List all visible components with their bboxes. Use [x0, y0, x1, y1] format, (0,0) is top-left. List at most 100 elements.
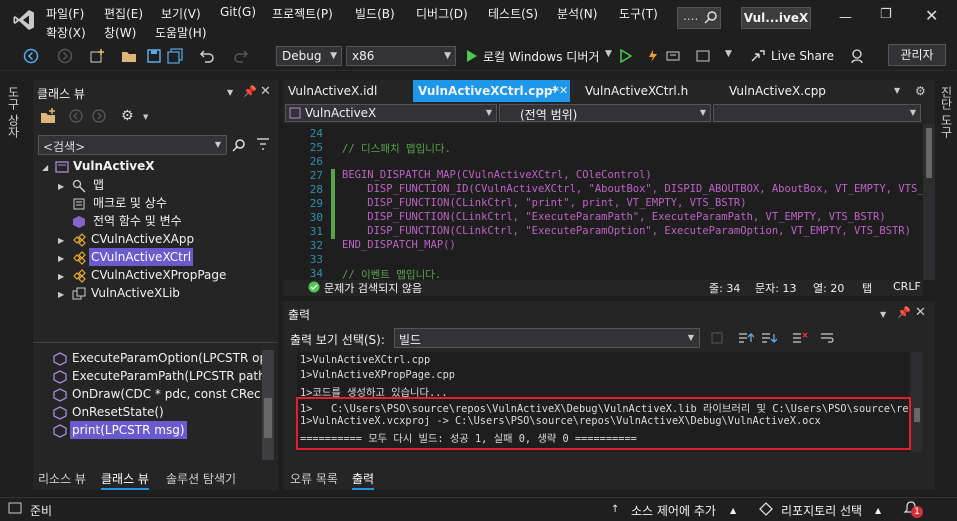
- menu-test[interactable]: 테스트(S): [488, 5, 538, 22]
- expand-arrow-icon[interactable]: ▶: [58, 182, 64, 191]
- scrollbar-thumb[interactable]: [926, 128, 932, 178]
- pin-icon[interactable]: 📌: [897, 306, 911, 319]
- restore-icon[interactable]: ❐: [880, 7, 892, 22]
- project-dropdown[interactable]: VulnActiveX ▼: [285, 104, 497, 122]
- member-item[interactable]: ExecuteParamOption(LPCSTR op): [72, 349, 272, 367]
- menu-tools[interactable]: 도구(T): [619, 5, 658, 22]
- member-item[interactable]: OnDraw(CDC * pdc, const CRect &: [72, 385, 260, 403]
- diagnostic-tools-tab[interactable]: 진단 도구: [938, 86, 955, 138]
- panel-dropdown-icon[interactable]: ▼: [227, 88, 233, 97]
- run-debugger-button[interactable]: 로컬 Windows 디버거: [483, 48, 599, 65]
- settings-gear-icon[interactable]: ⚙: [121, 108, 134, 124]
- redo-icon[interactable]: [232, 48, 250, 64]
- expand-arrow-icon[interactable]: ▶: [58, 272, 64, 281]
- column-indicator[interactable]: 열: 20: [813, 280, 844, 296]
- save-all-icon[interactable]: [167, 48, 185, 64]
- tab-indicator[interactable]: 탭: [862, 280, 872, 296]
- menu-git[interactable]: Git(G): [220, 5, 256, 19]
- output-scrollbar[interactable]: [911, 352, 923, 452]
- editor-scrollbar[interactable]: [923, 124, 935, 280]
- platform-dropdown[interactable]: x86 ▼: [346, 46, 456, 66]
- close-panel-icon[interactable]: ✕: [260, 84, 271, 99]
- tree-item-ctrl-class[interactable]: CVulnActiveXCtrl: [89, 248, 194, 266]
- close-panel-icon[interactable]: ✕: [915, 305, 926, 320]
- word-wrap-icon[interactable]: [820, 331, 836, 348]
- class-search-input[interactable]: <검색> ▼: [38, 135, 227, 155]
- forward-icon[interactable]: [57, 48, 75, 64]
- configuration-dropdown[interactable]: Debug ▼: [276, 46, 342, 66]
- feedback-icon[interactable]: [850, 48, 866, 67]
- menu-edit[interactable]: 편집(E): [104, 5, 143, 22]
- scrollbar-thumb[interactable]: [914, 408, 920, 422]
- tab-ctrl-h[interactable]: VulnActiveXCtrl.h: [585, 80, 688, 102]
- toolbox-tab[interactable]: 도구 상자: [5, 86, 22, 138]
- tab-list-dropdown-icon[interactable]: ▼: [894, 86, 900, 95]
- menu-view[interactable]: 보기(V): [161, 5, 201, 22]
- member-item-selected[interactable]: print(LPCSTR msg): [70, 421, 187, 439]
- tree-item-macros[interactable]: 매크로 및 상수: [93, 194, 167, 212]
- issues-status[interactable]: 문제가 검색되지 않음: [324, 280, 422, 296]
- chevron-down-icon[interactable]: ▼: [143, 113, 148, 121]
- pin-icon[interactable]: 📌: [243, 85, 257, 98]
- filter-icon[interactable]: [256, 137, 270, 154]
- open-folder-icon[interactable]: [121, 48, 139, 64]
- undo-icon[interactable]: [198, 48, 216, 64]
- tab-error-list[interactable]: 오류 목록: [290, 470, 338, 488]
- save-icon[interactable]: [146, 48, 164, 64]
- run-without-debug-icon[interactable]: [620, 48, 633, 66]
- search-box[interactable]: ....: [677, 7, 721, 29]
- tree-item-proppage-class[interactable]: CVulnActiveXPropPage: [91, 266, 226, 284]
- search-icon[interactable]: [232, 138, 246, 155]
- collapse-arrow-icon[interactable]: ◢: [42, 163, 48, 172]
- eol-indicator[interactable]: CRLF: [893, 280, 921, 293]
- new-project-icon[interactable]: [89, 48, 107, 64]
- pin-icon[interactable]: ⊣: [547, 80, 556, 102]
- scope-dropdown[interactable]: (전역 범위) ▼: [499, 104, 711, 122]
- chevron-down-icon[interactable]: ▼: [605, 49, 612, 59]
- back-icon[interactable]: [68, 108, 84, 127]
- tab-output[interactable]: 출력: [352, 470, 375, 490]
- chevron-up-icon[interactable]: ▲: [875, 506, 881, 515]
- tab-solution-explorer[interactable]: 솔루션 탐색기: [166, 470, 236, 488]
- line-indicator[interactable]: 줄: 34: [709, 280, 740, 296]
- char-indicator[interactable]: 문자: 13: [755, 280, 796, 296]
- previous-message-icon[interactable]: [738, 331, 755, 348]
- members-scrollbar[interactable]: [262, 350, 274, 460]
- extra-toolbar-icon[interactable]: [666, 49, 680, 66]
- code-editor[interactable]: 24 25 26 27 28 29 30 31 32 33 34 // 디스패치…: [283, 124, 923, 280]
- expand-arrow-icon[interactable]: ▶: [58, 254, 64, 263]
- admin-badge[interactable]: 관리자: [888, 44, 946, 66]
- tree-item-globals[interactable]: 전역 함수 및 변수: [93, 212, 182, 230]
- tab-class-view[interactable]: 클래스 뷰: [101, 470, 149, 490]
- expand-arrow-icon[interactable]: ▶: [58, 236, 64, 245]
- toolbar-options-icon[interactable]: [696, 49, 710, 66]
- minimize-icon[interactable]: —: [839, 10, 852, 25]
- tab-main-cpp[interactable]: VulnActiveX.cpp: [729, 80, 826, 102]
- live-share-button[interactable]: Live Share: [771, 49, 834, 63]
- pane-divider[interactable]: [33, 342, 278, 343]
- panel-dropdown-icon[interactable]: ▼: [880, 310, 886, 319]
- member-item[interactable]: ExecuteParamPath(LPCSTR path): [72, 367, 270, 385]
- menu-analyze[interactable]: 분석(N): [557, 5, 597, 22]
- menu-debug[interactable]: 디버그(D): [416, 5, 468, 22]
- tree-item-maps[interactable]: 맵: [93, 176, 104, 194]
- menu-extensions[interactable]: 확장(X): [46, 24, 86, 41]
- member-item[interactable]: OnResetState(): [72, 403, 164, 421]
- menu-window[interactable]: 창(W): [104, 24, 136, 41]
- run-icon[interactable]: [466, 49, 478, 66]
- hot-reload-icon[interactable]: [646, 49, 660, 66]
- settings-gear-icon[interactable]: ⚙: [915, 84, 926, 98]
- menu-project[interactable]: 프로젝트(P): [272, 5, 333, 22]
- close-tab-icon[interactable]: ✕: [559, 80, 568, 102]
- menu-file[interactable]: 파일(F): [46, 5, 84, 22]
- member-dropdown[interactable]: ▼: [713, 104, 921, 122]
- new-folder-icon[interactable]: [40, 108, 58, 127]
- repository-select-button[interactable]: 리포지토리 선택: [781, 502, 862, 519]
- clear-all-icon[interactable]: [792, 331, 808, 348]
- tab-idl[interactable]: VulnActiveX.idl: [288, 80, 377, 102]
- scrollbar-thumb[interactable]: [264, 398, 272, 438]
- toolbar-overflow-icon[interactable]: ▼: [725, 49, 732, 59]
- close-icon[interactable]: ✕: [925, 6, 938, 25]
- expand-arrow-icon[interactable]: ▶: [58, 290, 64, 299]
- tree-item-project[interactable]: VulnActiveX: [73, 157, 155, 175]
